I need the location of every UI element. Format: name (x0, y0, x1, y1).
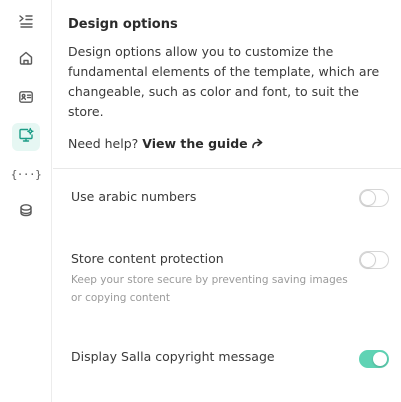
page-description: Design options allow you to customize th… (68, 44, 380, 119)
view-guide-link[interactable]: View the guide (142, 136, 262, 151)
header-divider (53, 168, 401, 169)
design-options-panel: Design options Design options allow you … (53, 0, 401, 402)
setting-salla-copyright: Display Salla copyright message (71, 348, 389, 368)
sidebar-rail: {···} (0, 0, 52, 402)
panel-header: Design options Design options allow you … (68, 14, 387, 155)
toggle-knob (373, 352, 387, 366)
setting-arabic-numbers: Use arabic numbers (71, 188, 389, 207)
setting-label: Display Salla copyright message (71, 349, 275, 364)
sidebar-item-code[interactable]: {···} (10, 160, 42, 188)
setting-label: Store content protection (71, 251, 224, 266)
sidebar-item-pages[interactable] (12, 85, 40, 113)
arabic-numbers-toggle[interactable] (359, 189, 389, 207)
setting-sublabel: Keep your store secure by preventing sav… (71, 274, 348, 304)
setting-content-protection: Store content protection Keep your store… (71, 250, 389, 307)
content-protection-toggle[interactable] (359, 251, 389, 269)
salla-copyright-toggle[interactable] (359, 350, 389, 368)
setting-label: Use arabic numbers (71, 189, 197, 204)
toggle-knob (361, 253, 375, 267)
sidebar-item-design-options[interactable] (12, 123, 40, 151)
sidebar-item-collapse[interactable] (12, 9, 40, 37)
sidebar-item-home[interactable] (12, 46, 40, 74)
curly-braces-icon: {···} (10, 167, 42, 181)
indent-icon (18, 13, 34, 33)
page-title: Design options (68, 17, 178, 32)
help-line: Need help? View the guide (68, 134, 387, 155)
view-guide-label: View the guide (142, 136, 248, 151)
package-icon (18, 202, 34, 222)
monitor-settings-icon (18, 127, 34, 147)
share-arrow-icon (251, 135, 263, 155)
id-card-icon (18, 89, 34, 109)
sidebar-item-package[interactable] (12, 198, 40, 226)
home-icon (18, 50, 34, 70)
toggle-knob (361, 191, 375, 205)
help-prefix: Need help? (68, 136, 139, 151)
